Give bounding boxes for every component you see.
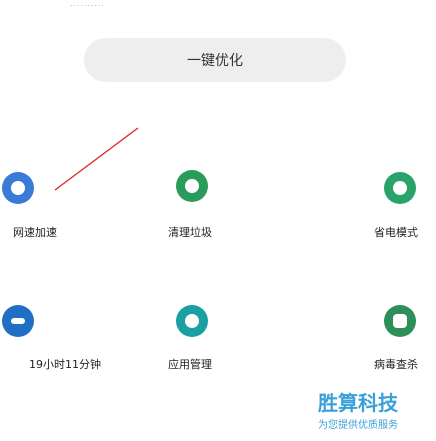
tile-label-battery: 省电模式 [374, 226, 418, 239]
tile-label-apps: 应用管理 [168, 358, 212, 371]
shield-icon[interactable] [382, 303, 418, 339]
tile-label-status: 19小时11分钟 [29, 358, 101, 371]
grid-icon[interactable] [174, 303, 210, 339]
sweep-line [54, 127, 139, 191]
leaf-icon[interactable] [382, 170, 418, 206]
broom-icon[interactable] [174, 168, 210, 204]
top-fragment-text: .......... [70, 0, 106, 6]
watermark-logo-text: 胜算科技 [318, 391, 398, 415]
one-click-optimize-button[interactable]: 一键优化 [84, 38, 346, 82]
rocket-icon[interactable] [0, 170, 36, 206]
tile-label-speed: 网速加速 [13, 226, 57, 239]
watermark-subtitle: 为您提供优质服务 [318, 420, 398, 431]
clock-icon[interactable] [0, 303, 36, 339]
tile-label-clean: 清理垃圾 [168, 226, 212, 239]
tile-label-security: 病毒查杀 [374, 358, 418, 371]
